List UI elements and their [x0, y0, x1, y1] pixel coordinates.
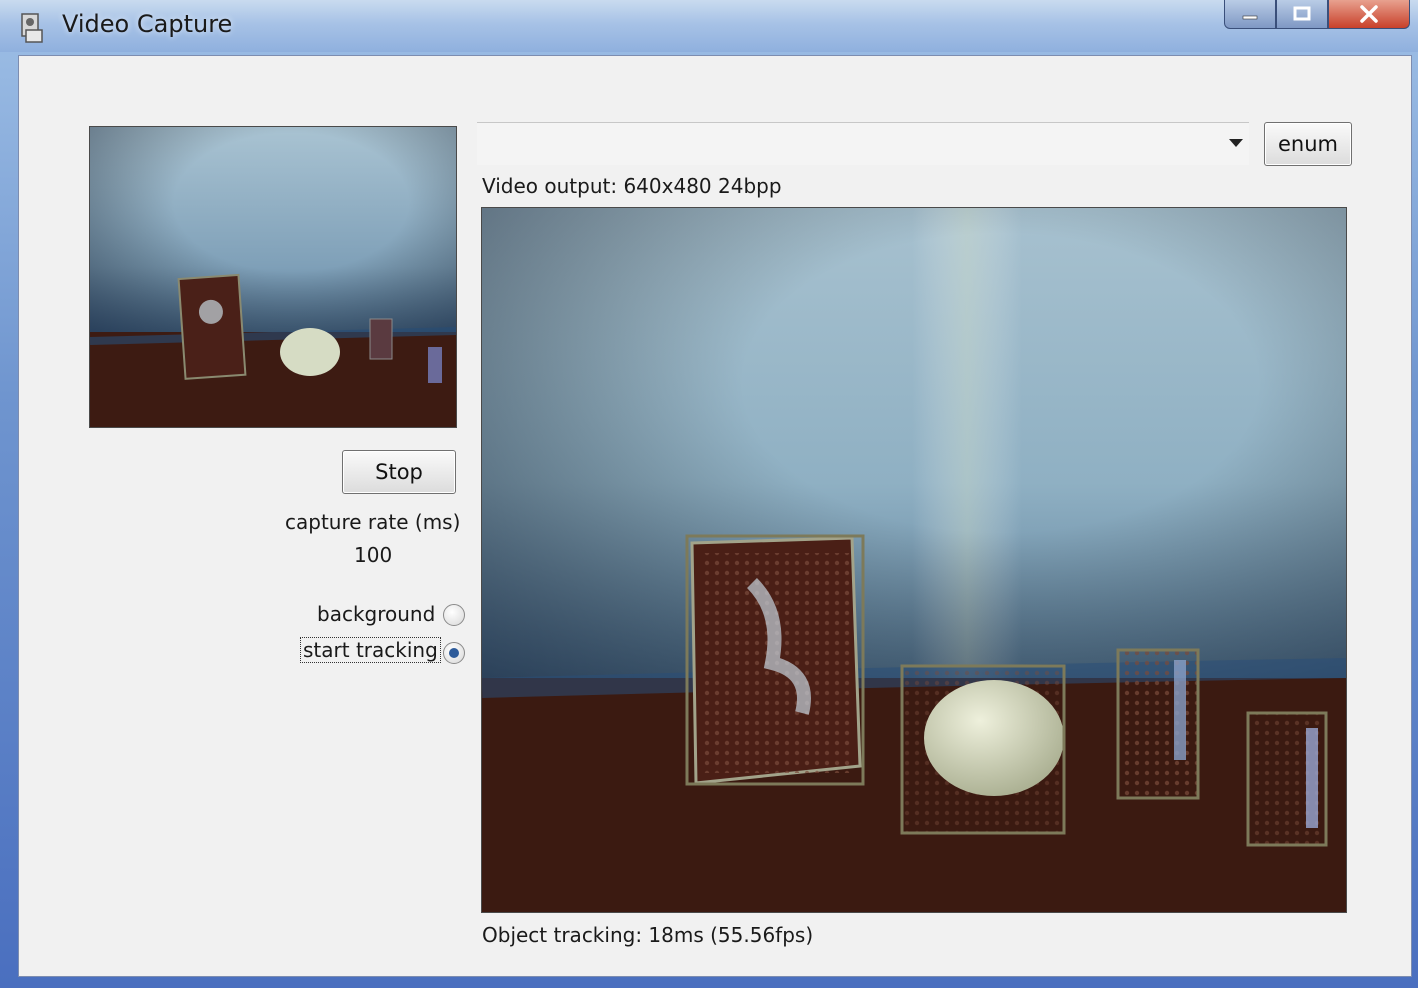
start-tracking-radio-label[interactable]: start tracking — [300, 637, 441, 663]
maximize-icon — [1293, 6, 1311, 21]
maximize-button[interactable] — [1276, 0, 1328, 29]
app-window: Video Capture Stop capture rate (ms) 100… — [0, 0, 1418, 988]
background-radio[interactable] — [443, 604, 465, 626]
stop-button[interactable]: Stop — [342, 450, 456, 494]
tracked-object-ball — [900, 664, 1066, 835]
object-tracking-status: Object tracking: 18ms (55.56fps) — [482, 923, 814, 947]
capture-rate-label: capture rate (ms) — [285, 510, 461, 534]
minimize-icon — [1242, 15, 1258, 20]
preview-scene — [90, 127, 456, 427]
device-dropdown[interactable] — [477, 122, 1249, 165]
video-output — [481, 207, 1347, 913]
close-icon — [1360, 5, 1378, 23]
enum-button[interactable]: enum — [1264, 122, 1352, 166]
start-tracking-radio[interactable] — [443, 642, 465, 664]
minimize-button[interactable] — [1224, 0, 1276, 29]
close-button[interactable] — [1328, 0, 1410, 29]
background-radio-label[interactable]: background — [317, 602, 435, 626]
title-bar[interactable]: Video Capture — [0, 0, 1418, 52]
video-output-label: Video output: 640x480 24bpp — [482, 174, 782, 198]
camera-app-icon — [21, 13, 43, 43]
tracked-object-card — [685, 534, 865, 786]
window-title: Video Capture — [62, 10, 233, 38]
chevron-down-icon[interactable] — [1229, 139, 1243, 147]
capture-rate-value[interactable]: 100 — [354, 543, 392, 567]
preview-thumbnail — [89, 126, 457, 428]
window-controls — [1224, 0, 1410, 30]
video-scene — [482, 208, 1346, 912]
client-area: Stop capture rate (ms) 100 background st… — [18, 55, 1412, 977]
tracked-object-pen — [1246, 711, 1328, 847]
tracked-object-lighter — [1116, 648, 1200, 800]
